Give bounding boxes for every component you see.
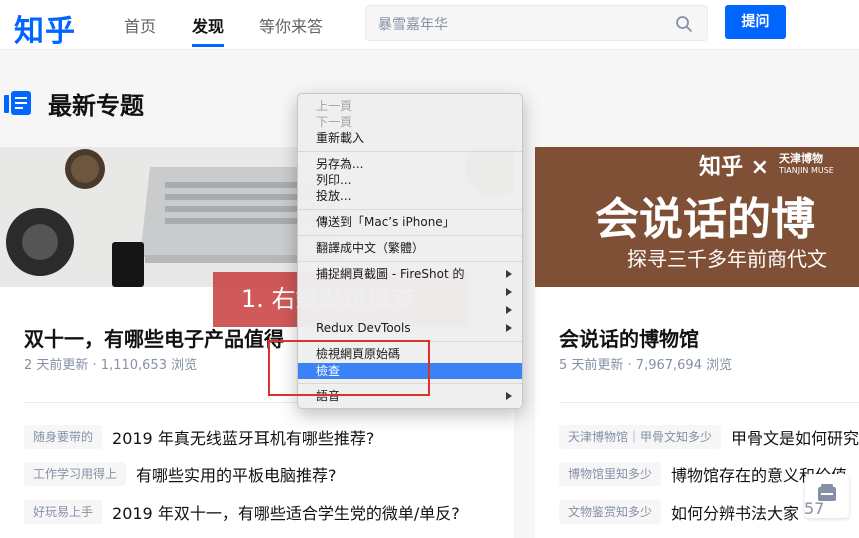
submenu-arrow-icon [506,288,512,296]
nav-waiting-answers[interactable]: 等你来答 [259,13,323,37]
topic-list-icon [4,91,31,115]
nav-discover[interactable]: 发现 [192,13,224,37]
menu-item-back: 上一頁 [316,99,353,113]
annotation-highlight-box [268,340,430,396]
menu-item-forward: 下一頁 [316,115,353,129]
submenu-arrow-icon [506,270,512,278]
question-link[interactable]: 2019 年双十一，有哪些适合学生党的微单/单反? [112,500,460,524]
menu-item-save-as[interactable]: 另存為... [298,156,522,172]
banner-partner: 天津博物 [779,152,823,165]
list-item[interactable]: 好玩易上手 2019 年双十一，有哪些适合学生党的微单/单反? [24,500,460,526]
menu-item-print[interactable]: 列印... [298,172,522,188]
zhihu-logo[interactable]: 知乎 [14,6,76,50]
tag[interactable]: 文物鉴赏知多少 [559,500,662,524]
menu-separator [298,261,522,262]
question-link[interactable]: 如何分辨书法大家 [671,500,799,524]
card-title[interactable]: 会说话的博物馆 [559,323,699,352]
ask-button[interactable]: 提问 [725,5,786,39]
tag[interactable]: 博物馆里知多少 [559,462,662,486]
search-input[interactable]: 暴雪嘉年华 [365,5,708,41]
list-item[interactable]: 天津博物馆｜甲骨文知多少 甲骨文是如何研究 [559,425,859,451]
top-bar: 知乎 首页 发现 等你来答 暴雪嘉年华 提问 [0,0,859,50]
card-title[interactable]: 双十一，有哪些电子产品值得 [24,323,284,352]
banner-subtitle: 探寻三千多年前商代文 [627,247,827,271]
nav-active-indicator [192,44,224,47]
list-item[interactable]: 文物鉴赏知多少 如何分辨书法大家 [559,500,799,526]
banner-image-museum[interactable]: 知乎 × 天津博物 TIANJIN MUSE 会说话的博 探寻三千多年前商代文 [535,147,859,287]
section-title: 最新专题 [48,92,144,120]
card-meta: 2 天前更新 · 1,110,653 浏览 [24,358,198,373]
question-link[interactable]: 2019 年真无线蓝牙耳机有哪些推荐? [112,425,374,449]
menu-separator [298,209,522,210]
card-meta: 5 天前更新 · 7,967,694 浏览 [559,358,733,373]
menu-item-send-to-device[interactable]: 傳送到「Mac’s iPhone」 [298,214,522,230]
search-icon[interactable] [675,15,693,33]
list-item[interactable]: 工作学习用得上 有哪些实用的平板电脑推荐? [24,462,337,488]
banner-brand: 知乎 × [699,155,770,180]
list-item[interactable]: 随身要带的 2019 年真无线蓝牙耳机有哪些推荐? [24,425,374,451]
question-link[interactable]: 有哪些实用的平板电脑推荐? [136,462,337,486]
nav-home[interactable]: 首页 [124,13,156,37]
menu-item-redux-devtools[interactable]: Redux DevTools [298,320,522,336]
menu-item-extension[interactable] [298,302,522,318]
menu-separator [298,235,522,236]
divider [559,402,859,403]
tag[interactable]: 天津博物馆｜甲骨文知多少 [559,425,722,449]
menu-separator [298,151,522,152]
tag[interactable]: 好玩易上手 [24,500,103,524]
submenu-arrow-icon [506,306,512,314]
submenu-arrow-icon [506,324,512,332]
list-item[interactable]: 博物馆里知多少 博物馆存在的意义和价值 [559,462,847,488]
banner-partner-en: TIANJIN MUSE [779,166,834,175]
floating-badge-count: 57 [804,499,825,518]
tag[interactable]: 随身要带的 [24,425,103,449]
search-placeholder: 暴雪嘉年华 [378,17,448,33]
question-link[interactable]: 甲骨文是如何研究 [731,425,859,449]
menu-item-reload[interactable]: 重新載入 [298,130,522,146]
menu-item-translate[interactable]: 翻譯成中文（繁體） [298,240,522,256]
menu-item-extension[interactable] [298,284,522,300]
banner-headline: 会说话的博 [595,194,815,245]
menu-item-fireshot[interactable]: 捕捉網頁截圖 - FireShot 的 [298,266,522,282]
tag[interactable]: 工作学习用得上 [24,462,127,486]
submenu-arrow-icon [506,392,512,400]
menu-item-cast[interactable]: 投放... [298,188,522,204]
